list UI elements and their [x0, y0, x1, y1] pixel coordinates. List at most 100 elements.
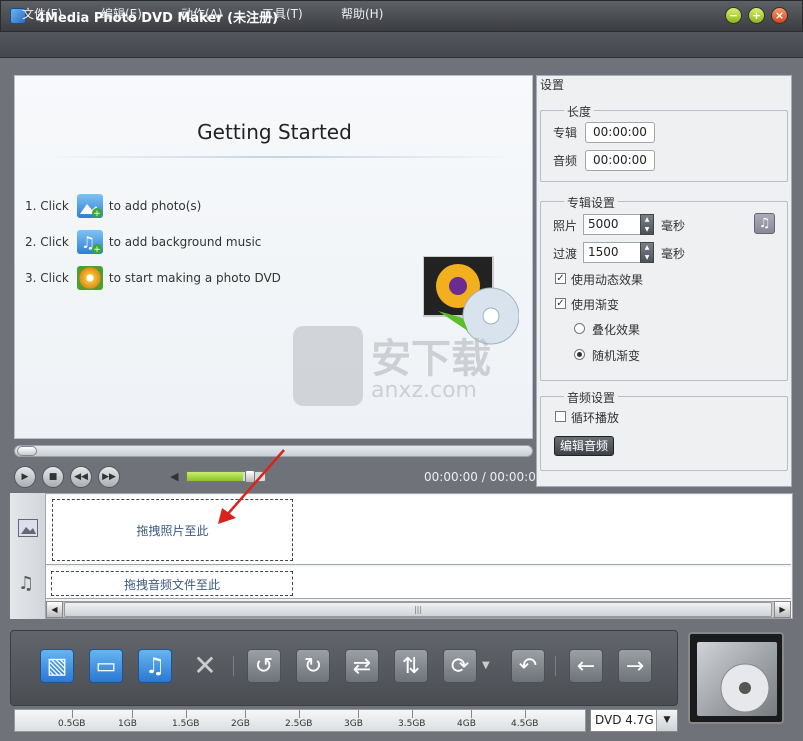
music-settings-icon[interactable]: ♫: [754, 213, 775, 234]
title-divider: [45, 156, 515, 158]
timeline-side: [10, 493, 46, 619]
step-3: 3. Click to start making a photo DVD: [25, 266, 281, 290]
dynamic-effect-label: 使用动态效果: [571, 273, 644, 287]
watermark-shield-icon: [293, 326, 363, 406]
audio-settings-legend: 音频设置: [564, 389, 619, 406]
menu-tools[interactable]: 工具(T): [262, 5, 303, 22]
add-photo-icon[interactable]: +: [76, 194, 103, 219]
random-label: 随机渐变: [592, 349, 641, 363]
menu-edit[interactable]: 编辑(E): [101, 5, 142, 22]
minimize-button[interactable]: −: [725, 7, 742, 24]
watermark-text: 安下载: [371, 336, 491, 382]
dynamic-effect-checkbox[interactable]: ✓: [555, 273, 566, 284]
photo-duration-spinner[interactable]: ▲ ▼: [640, 214, 654, 235]
swap-button[interactable]: ⇄: [345, 649, 379, 683]
settings-title: 设置: [540, 78, 565, 92]
preview-panel: Getting Started 1. Click + to add photo(s)…: [14, 75, 533, 439]
random-radio[interactable]: [574, 349, 585, 360]
album-length-label: 专辑: [553, 126, 578, 140]
move-left-button[interactable]: ←: [569, 649, 603, 683]
time-display: 00:00:00 / 00:00:00: [424, 470, 544, 484]
sort-button[interactable]: ⇅: [394, 649, 428, 683]
capacity-label: 3.5GB: [398, 719, 426, 729]
album-settings-legend: 专辑设置: [564, 194, 619, 211]
capacity-label: 1GB: [118, 719, 137, 729]
transition-unit: 毫秒: [661, 247, 686, 261]
transition-button[interactable]: ⟳: [443, 649, 477, 683]
menu-action[interactable]: 动作(A): [181, 5, 223, 22]
preview-title: Getting Started: [197, 120, 352, 144]
fade-checkbox[interactable]: ✓: [555, 298, 566, 309]
separator: [233, 656, 234, 676]
scroll-right-button[interactable]: ▶: [774, 601, 791, 618]
maximize-button[interactable]: +: [748, 7, 765, 24]
scroll-thumb[interactable]: |||: [64, 602, 772, 617]
menu-help[interactable]: 帮助(H): [341, 5, 383, 22]
capacity-label: 2.5GB: [285, 719, 313, 729]
seek-thumb[interactable]: [17, 446, 37, 456]
audio-settings-group: [540, 396, 788, 471]
capacity-label: 3GB: [344, 719, 363, 729]
capacity-label: 4.5GB: [511, 719, 539, 729]
next-button[interactable]: ▶▶: [98, 466, 120, 488]
capacity-tick: [72, 710, 73, 718]
add-photo-button[interactable]: ▧: [40, 649, 74, 683]
svg-text:+: +: [93, 245, 101, 254]
menu-bar: [0, 32, 803, 58]
capacity-label: 0.5GB: [58, 719, 86, 729]
loop-label: 循环播放: [571, 411, 620, 425]
chevron-down-icon[interactable]: ▼: [656, 710, 677, 731]
audio-length-field[interactable]: 00:00:00: [585, 150, 655, 171]
length-legend: 长度: [564, 103, 595, 120]
menu-file[interactable]: 文件(F): [22, 5, 62, 22]
capacity-label: 4GB: [457, 719, 476, 729]
undo-button[interactable]: ↶: [511, 649, 545, 683]
disc-preview-icon: [697, 642, 777, 716]
add-music-button[interactable]: ♫: [138, 649, 172, 683]
make-dvd-icon[interactable]: [76, 266, 103, 290]
rotate-left-button[interactable]: ↺: [247, 649, 281, 683]
move-right-button[interactable]: →: [618, 649, 652, 683]
fade-label: 使用渐变: [571, 298, 620, 312]
capacity-tick: [471, 710, 472, 718]
delete-button[interactable]: ✕: [188, 649, 222, 683]
watermark-sub: anxz.com: [371, 378, 477, 403]
step-1: 1. Click + to add photo(s): [25, 194, 201, 219]
capacity-tick: [358, 710, 359, 718]
step-2: 2. Click ♫ + to add background music: [25, 230, 262, 255]
add-music-icon[interactable]: ♫ +: [76, 230, 103, 255]
transition-label: 过渡: [553, 247, 578, 261]
transition-spinner[interactable]: ▲ ▼: [640, 242, 654, 263]
step-3-text: to start making a photo DVD: [108, 271, 281, 285]
step-2-text: to add background music: [108, 235, 262, 249]
capacity-tick: [132, 710, 133, 718]
loop-checkbox[interactable]: [555, 411, 566, 422]
transition-dropdown-icon[interactable]: ▼: [482, 660, 490, 671]
overlay-radio[interactable]: [574, 323, 585, 334]
overlay-label: 叠化效果: [592, 323, 641, 337]
edit-audio-button[interactable]: 编辑音频: [554, 436, 614, 456]
stop-button[interactable]: ■: [42, 466, 64, 488]
photo-track-icon: [18, 519, 38, 537]
svg-text:+: +: [93, 209, 101, 218]
volume-icon: ◀: [170, 470, 179, 483]
previous-button[interactable]: ◀◀: [70, 466, 92, 488]
capacity-tick: [245, 710, 246, 718]
photo-duration-label: 照片: [553, 219, 578, 233]
play-button[interactable]: ▶: [14, 466, 36, 488]
rotate-right-button[interactable]: ↻: [296, 649, 330, 683]
annotation-arrow-icon: [218, 449, 285, 524]
step-1-prefix: 1. Click: [25, 199, 69, 213]
length-group: [540, 110, 788, 182]
album-length-field[interactable]: 00:00:00: [585, 122, 655, 143]
close-button[interactable]: ×: [771, 7, 788, 24]
capacity-tick: [412, 710, 413, 718]
watermark: 安下载 anxz.com: [293, 326, 523, 416]
audio-drop-text: 拖拽音频文件至此: [123, 578, 220, 592]
capacity-tick: [299, 710, 300, 718]
capacity-label: 1.5GB: [172, 719, 200, 729]
scroll-left-button[interactable]: ◀: [46, 601, 63, 618]
audio-track-icon: ♫: [18, 573, 35, 594]
add-folder-button[interactable]: ▭: [89, 649, 123, 683]
window-title: 4Media Photo DVD Maker (未注册): [36, 11, 279, 26]
